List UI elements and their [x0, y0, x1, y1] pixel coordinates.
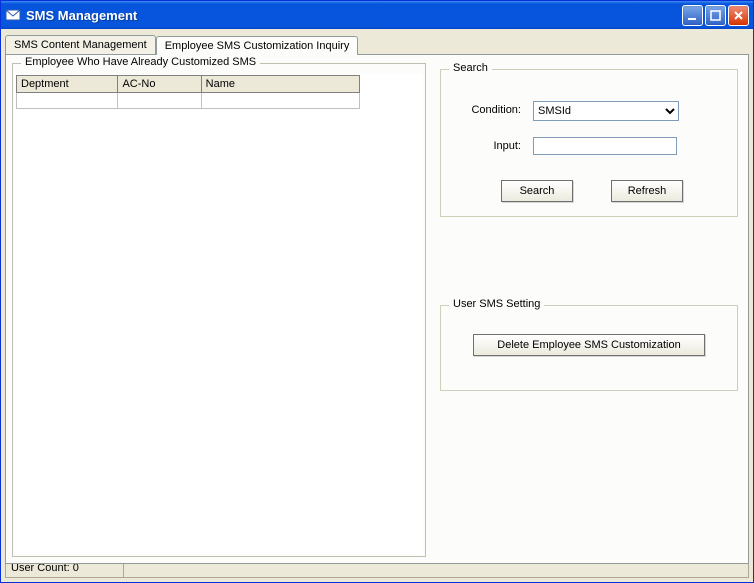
refresh-button[interactable]: Refresh	[611, 180, 683, 202]
condition-label: Condition:	[461, 104, 521, 116]
tab-label: SMS Content Management	[14, 39, 147, 51]
input-label: Input:	[461, 140, 521, 152]
window-title: SMS Management	[26, 8, 682, 23]
tab-label: Employee SMS Customization Inquiry	[165, 40, 350, 52]
col-ac-no[interactable]: AC-No	[118, 76, 201, 93]
user-sms-setting-group: User SMS Setting Delete Employee SMS Cus…	[440, 305, 738, 391]
tab-employee-sms-inquiry[interactable]: Employee SMS Customization Inquiry	[156, 36, 359, 55]
delete-customization-button[interactable]: Delete Employee SMS Customization	[473, 334, 705, 356]
cell-ac-no	[118, 93, 201, 109]
titlebar: SMS Management	[1, 1, 753, 29]
user-sms-legend: User SMS Setting	[449, 298, 544, 310]
col-department[interactable]: Deptment	[17, 76, 118, 93]
cell-department	[17, 93, 118, 109]
employee-table: Deptment AC-No Name	[16, 75, 360, 109]
maximize-button[interactable]	[705, 5, 726, 26]
employee-list-legend: Employee Who Have Already Customized SMS	[21, 56, 260, 68]
condition-select[interactable]: SMSId	[533, 101, 679, 121]
employee-table-container: Deptment AC-No Name	[15, 74, 423, 554]
cell-name	[201, 93, 359, 109]
table-row[interactable]	[17, 93, 360, 109]
search-button[interactable]: Search	[501, 180, 573, 202]
search-legend: Search	[449, 62, 492, 74]
tab-panel: Employee Who Have Already Customized SMS…	[5, 54, 749, 564]
tab-sms-content-management[interactable]: SMS Content Management	[5, 35, 156, 54]
minimize-button[interactable]	[682, 5, 703, 26]
close-button[interactable]	[728, 5, 749, 26]
col-name[interactable]: Name	[201, 76, 359, 93]
envelope-icon	[5, 7, 21, 23]
search-group: Search Condition: SMSId Input: Search Re…	[440, 69, 738, 217]
employee-list-group: Employee Who Have Already Customized SMS…	[12, 63, 426, 557]
client-area: SMS Content Management Employee SMS Cust…	[1, 29, 753, 582]
tab-strip: SMS Content Management Employee SMS Cust…	[5, 33, 749, 54]
search-input[interactable]	[533, 137, 677, 155]
